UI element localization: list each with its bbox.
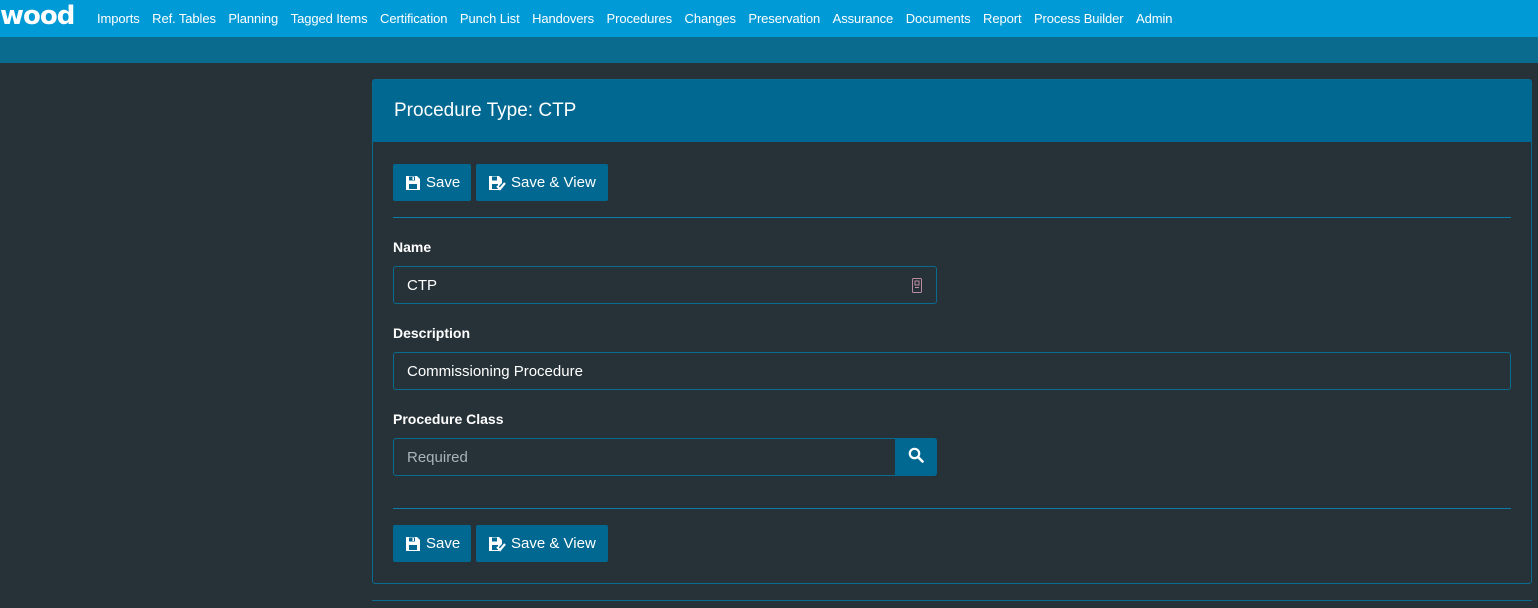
save-and-view-button[interactable]: Save & View (476, 525, 608, 562)
procedure-class-label: Procedure Class (393, 411, 504, 427)
nav-item-ref-tables[interactable]: Ref. Tables (152, 11, 216, 26)
nav-item-preservation[interactable]: Preservation (748, 11, 820, 26)
nav-item-process-builder[interactable]: Process Builder (1034, 11, 1124, 26)
page-title: Procedure Type: CTP (394, 100, 577, 121)
procedure-type-panel: Procedure Type: CTP Save Save & View Nam… (372, 79, 1532, 584)
save-button[interactable]: Save (393, 525, 471, 562)
panel-header: Procedure Type: CTP (373, 80, 1531, 142)
nav-item-certification[interactable]: Certification (380, 11, 447, 26)
description-field[interactable]: Commissioning Procedure (393, 352, 1511, 390)
panel-body: Save Save & View Name CTP Description Co… (373, 164, 1531, 562)
nav-item-procedures[interactable]: Procedures (607, 11, 673, 26)
nav-item-planning[interactable]: Planning (228, 11, 278, 26)
procedure-class-placeholder: Required (407, 448, 468, 466)
nav-item-documents[interactable]: Documents (906, 11, 971, 26)
save-and-view-label: Save & View (511, 174, 596, 191)
nav-item-admin[interactable]: Admin (1136, 11, 1172, 26)
save-button[interactable]: Save (393, 164, 471, 201)
floppy-disk-icon (405, 536, 421, 552)
floppy-check-icon (488, 175, 506, 191)
procedure-class-search-button[interactable] (895, 438, 937, 476)
top-toolbar: Save Save & View (393, 164, 1511, 201)
procedure-class-field[interactable]: Required (393, 438, 937, 476)
floppy-check-icon (488, 536, 506, 552)
sub-navbar (0, 37, 1538, 63)
name-label: Name (393, 239, 432, 255)
save-button-label: Save (426, 174, 461, 191)
save-and-view-label: Save & View (511, 535, 596, 552)
save-button-label: Save (426, 535, 461, 552)
nav-item-imports[interactable]: Imports (97, 11, 140, 26)
password-manager-icon[interactable] (912, 278, 922, 297)
next-panel-border (372, 600, 1532, 601)
top-navbar: wood Imports Ref. Tables Planning Tagged… (0, 0, 1538, 37)
nav-item-report[interactable]: Report (983, 11, 1022, 26)
search-icon (908, 447, 924, 467)
description-value: Commissioning Procedure (407, 362, 583, 380)
divider (393, 508, 1511, 509)
nav-item-punch-list[interactable]: Punch List (460, 11, 520, 26)
nav-item-assurance[interactable]: Assurance (833, 11, 894, 26)
logo-text: wood (0, 0, 75, 31)
main-nav: Imports Ref. Tables Planning Tagged Item… (97, 11, 1185, 26)
save-and-view-button[interactable]: Save & View (476, 164, 608, 201)
nav-item-changes[interactable]: Changes (685, 11, 736, 26)
nav-item-tagged-items[interactable]: Tagged Items (291, 11, 368, 26)
description-label: Description (393, 325, 471, 341)
name-value: CTP (407, 276, 437, 294)
nav-item-handovers[interactable]: Handovers (532, 11, 594, 26)
floppy-disk-icon (405, 175, 421, 191)
bottom-toolbar: Save Save & View (393, 525, 1511, 562)
name-field[interactable]: CTP (393, 266, 937, 304)
divider (393, 217, 1511, 218)
wood-logo[interactable]: wood (0, 1, 88, 31)
